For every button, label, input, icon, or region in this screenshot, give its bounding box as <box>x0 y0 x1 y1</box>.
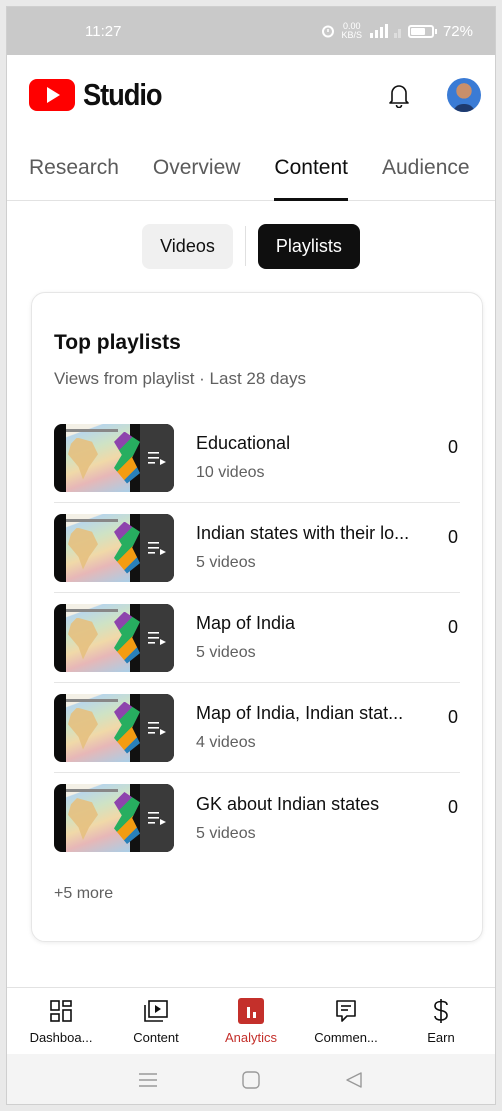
playlist-views: 0 <box>447 797 458 817</box>
recent-apps-icon[interactable] <box>128 1065 168 1095</box>
youtube-logo-icon <box>29 79 75 111</box>
playlist-name: GK about Indian states <box>196 793 380 814</box>
playlist-icon <box>148 721 166 735</box>
nav-dashboard-label: Dashboa... <box>29 1030 93 1045</box>
tab-overview[interactable]: Overview <box>153 135 241 201</box>
playlist-video-count: 10 videos <box>196 464 265 481</box>
battery-percent: 72% <box>442 22 473 40</box>
playlist-video-count: 4 videos <box>196 734 256 751</box>
playlist-row[interactable]: Educational 10 videos 0 <box>54 413 460 503</box>
playlist-name: Map of India, Indian stat... <box>196 703 404 723</box>
playlist-thumbnail <box>54 423 174 492</box>
playlist-info: Map of India, Indian stat... 4 videos <box>196 703 460 752</box>
alarm-icon <box>322 25 335 38</box>
playlist-info: Educational 10 videos <box>196 433 460 482</box>
playlist-thumbnail <box>54 513 174 582</box>
header-actions <box>387 78 481 112</box>
playlist-thumbnail <box>54 693 174 762</box>
playlist-icon <box>148 631 166 645</box>
studio-logo[interactable]: Studio <box>29 77 172 113</box>
playlist-name: Educational <box>196 433 291 453</box>
card-subtitle: Views from playlist · Last 28 days <box>54 369 306 388</box>
nav-dashboard[interactable]: Dashboa... <box>15 988 107 1053</box>
chip-divider <box>244 226 246 266</box>
status-bar: 11:27 0.00 KB/S 72% <box>7 7 495 55</box>
status-indicators: 0.00 KB/S 72% <box>321 22 473 40</box>
content-type-chips: Videos Playlists <box>7 223 495 269</box>
playlist-info: Indian states with their lo... 5 videos <box>196 523 460 572</box>
playlist-views: 0 <box>447 527 458 547</box>
tab-content[interactable]: Content <box>274 135 348 201</box>
app-name: Studio <box>83 77 163 112</box>
tab-audience[interactable]: Audience <box>382 135 470 201</box>
bottom-nav: Dashboa... Content Analytics Commen... E… <box>7 987 495 1053</box>
analytics-icon <box>238 996 264 1026</box>
playlist-row[interactable]: Map of India 5 videos 0 <box>54 593 460 683</box>
nav-content-label: Content <box>133 1030 179 1045</box>
battery-icon <box>407 24 437 38</box>
nav-comments-label: Commen... <box>314 1030 378 1045</box>
nav-analytics[interactable]: Analytics <box>205 988 297 1053</box>
playlist-info: GK about Indian states 5 videos <box>196 794 460 843</box>
playlist-list: Educational 10 videos 0 Indian states wi… <box>54 413 460 863</box>
dashboard-icon <box>50 996 72 1026</box>
bell-icon[interactable] <box>387 82 411 108</box>
playlist-video-count: 5 videos <box>196 824 256 842</box>
playlist-views: 0 <box>447 617 458 637</box>
top-playlists-card: Top playlists Views from playlist · Last… <box>31 292 483 942</box>
tab-bar: Research Overview Content Audience <box>7 135 495 201</box>
playlist-thumbnail <box>54 784 174 852</box>
playlist-video-count: 5 videos <box>196 554 256 571</box>
card-title: Top playlists <box>54 331 181 354</box>
tab-research[interactable]: Research <box>29 135 119 201</box>
playlist-name: Map of India <box>196 613 296 633</box>
playlist-row[interactable]: Indian states with their lo... 5 videos … <box>54 503 460 593</box>
comments-icon <box>335 996 357 1026</box>
earn-icon <box>433 996 449 1026</box>
playlist-icon <box>148 451 166 465</box>
status-time: 11:27 <box>85 22 122 40</box>
phone-screen: 11:27 0.00 KB/S 72% Studio Research Over… <box>6 6 496 1105</box>
back-icon[interactable] <box>334 1065 374 1095</box>
nav-earn[interactable]: Earn <box>395 988 487 1053</box>
nav-comments[interactable]: Commen... <box>300 988 392 1053</box>
nav-earn-label: Earn <box>427 1030 455 1045</box>
system-nav-bar <box>7 1054 495 1104</box>
chip-videos[interactable]: Videos <box>142 223 233 269</box>
home-icon[interactable] <box>231 1065 271 1095</box>
playlist-views: 0 <box>447 437 458 457</box>
content-icon <box>144 996 168 1026</box>
show-more-link[interactable]: +5 more <box>54 885 460 903</box>
app-header: Studio <box>7 55 495 135</box>
playlist-thumbnail <box>54 603 174 672</box>
playlist-video-count: 5 videos <box>196 644 256 661</box>
playlist-icon <box>148 541 166 555</box>
playlist-info: Map of India 5 videos <box>196 613 460 662</box>
playlist-name: Indian states with their lo... <box>196 523 410 543</box>
chip-playlists[interactable]: Playlists <box>257 223 360 269</box>
signal-icon <box>369 24 401 38</box>
nav-content[interactable]: Content <box>110 988 202 1053</box>
nav-analytics-label: Analytics <box>224 1030 278 1045</box>
avatar[interactable] <box>447 78 481 112</box>
playlist-icon <box>148 812 166 825</box>
playlist-row[interactable]: Map of India, Indian stat... 4 videos 0 <box>54 683 460 773</box>
playlist-row[interactable]: GK about Indian states 5 videos 0 <box>54 773 460 863</box>
playlist-views: 0 <box>447 707 458 727</box>
network-speed: 0.00 KB/S <box>341 21 362 40</box>
